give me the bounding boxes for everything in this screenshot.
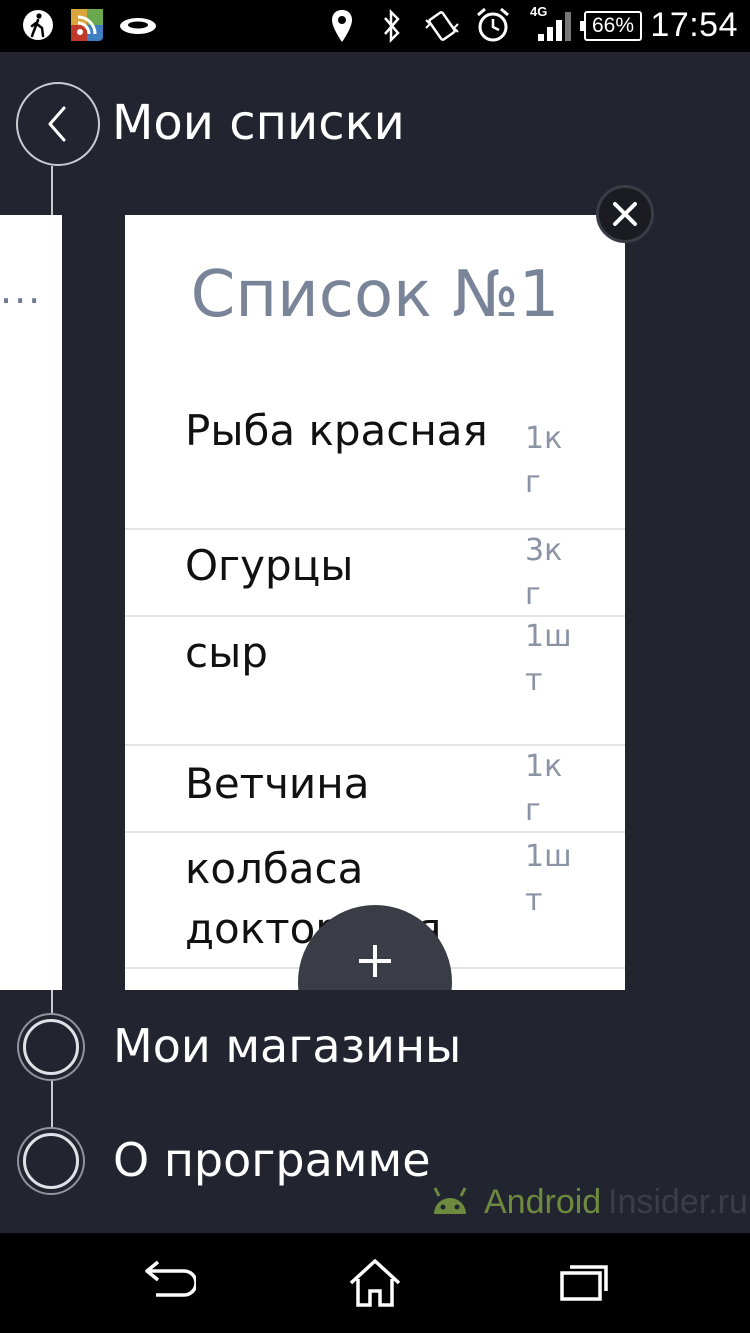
close-list-button[interactable]: [596, 185, 654, 243]
list-card[interactable]: Список №1 Рыба красная Огурцы сыр Ветчин…: [125, 215, 625, 990]
location-icon: [332, 10, 352, 42]
item-name: Рыба красная: [185, 406, 488, 455]
item-name: сыр: [185, 628, 268, 677]
rss-icon: [71, 9, 103, 41]
page-title: Мои списки: [112, 95, 405, 151]
signal-icon: [538, 12, 571, 41]
back-button[interactable]: [16, 82, 100, 166]
menu-item-about[interactable]: О программе: [113, 1130, 431, 1190]
back-nav-icon[interactable]: [140, 1257, 196, 1307]
watermark-suffix: Insider.ru: [608, 1183, 748, 1221]
item-quantity: 1шт: [525, 619, 572, 698]
item-quantity: 1кг: [525, 421, 563, 500]
walk-icon: [23, 10, 53, 40]
battery-indicator: 66%: [580, 11, 642, 41]
chevron-left-icon: [48, 106, 66, 142]
plus-icon: [359, 945, 391, 977]
menu-node-about[interactable]: [23, 1133, 79, 1189]
vibrate-icon: [425, 11, 459, 41]
status-bar: 4G 66% 17:54: [0, 0, 750, 52]
alarm-icon: [477, 7, 509, 42]
item-name: Огурцы: [185, 541, 354, 590]
previous-card-ellipsis: ...: [0, 268, 43, 312]
item-name: Ветчина: [185, 759, 370, 808]
clock: 17:54: [650, 6, 738, 44]
app-screen: 4G 66% 17:54 Мои списки ... Список №1 Ры…: [0, 0, 750, 1333]
bluetooth-icon: [384, 8, 400, 44]
home-nav-icon[interactable]: [346, 1257, 404, 1309]
list-title: Список №1: [190, 258, 560, 332]
item-quantity: 3кг: [525, 533, 563, 612]
item-quantity: 1шт: [525, 839, 572, 918]
watermark-brand: Android: [484, 1183, 602, 1221]
timeline-connector: [51, 990, 53, 1020]
previous-list-card[interactable]: [0, 215, 62, 990]
recent-apps-nav-icon[interactable]: [556, 1257, 612, 1307]
timeline-connector: [51, 1076, 53, 1134]
close-icon: [613, 202, 637, 226]
navigation-bar: [0, 1233, 750, 1333]
android-robot-icon: [433, 1187, 467, 1214]
item-quantity: 1кг: [525, 749, 563, 828]
menu-node-shops[interactable]: [23, 1019, 79, 1075]
menu-item-shops[interactable]: Мои магазины: [113, 1016, 461, 1076]
timeline-connector: [51, 166, 53, 216]
disc-icon: [120, 18, 156, 34]
